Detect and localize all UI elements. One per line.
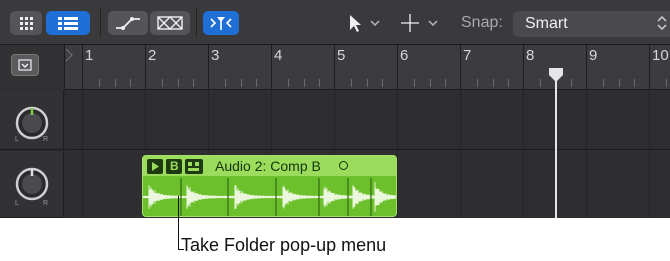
track-lane-1[interactable] <box>65 90 670 150</box>
ruler-beat-tick <box>429 79 431 87</box>
ruler-bar-line <box>208 45 209 89</box>
catch-button[interactable] <box>203 11 239 35</box>
ruler-beat-tick <box>366 79 368 87</box>
global-tracks-area <box>0 45 65 89</box>
take-folder-menu-button[interactable] <box>147 159 163 174</box>
track-header-2[interactable]: L R <box>0 151 64 218</box>
pointer-tool-menu[interactable] <box>345 11 385 35</box>
ruler-bar-line <box>145 45 146 89</box>
disclosure-menu-icon <box>18 59 32 71</box>
quick-swipe-comping-icon <box>188 162 199 171</box>
ruler-bar-number: 8 <box>526 47 535 64</box>
ruler-beat-tick <box>177 79 179 87</box>
ruler-bar-line <box>460 45 461 89</box>
global-tracks-button[interactable] <box>11 54 39 76</box>
ruler-beat-tick <box>634 79 636 87</box>
region-header[interactable]: B Audio 2: Comp B <box>143 156 396 176</box>
playhead-catch-icon <box>210 17 232 30</box>
ruler-beat-tick <box>193 79 195 87</box>
bar-ruler[interactable]: 1 2 3 4 5 6 7 8 9 10 <box>65 45 670 90</box>
main-window: Snap: Smart L R L R 1 2 3 4 5 6 7 8 9 10… <box>0 0 670 218</box>
ruler-bar-number: 6 <box>400 47 409 64</box>
ruler-bar-number: 7 <box>463 47 472 64</box>
list-view-button[interactable] <box>46 11 90 35</box>
ruler-beat-tick <box>256 79 258 87</box>
ruler-beat-tick <box>413 79 415 87</box>
ruler-bar-line <box>271 45 272 89</box>
ruler-bar-line <box>586 45 587 89</box>
ruler-beat-tick <box>618 79 620 87</box>
secondary-tool-menu[interactable] <box>397 11 443 35</box>
ruler-bar-number: 4 <box>274 47 283 64</box>
ruler-beat-tick <box>382 79 384 87</box>
ruler-beat-tick <box>240 79 242 87</box>
region-status-circle-icon <box>339 161 348 170</box>
ruler-beat-tick <box>476 79 478 87</box>
ruler-bar-line <box>397 45 398 89</box>
grid-icon <box>20 17 33 30</box>
audio-waveform <box>143 176 396 216</box>
crosshair-icon <box>401 14 438 32</box>
ruler-bar-number: 10 <box>652 47 669 64</box>
ruler-bar-line <box>523 45 524 89</box>
ruler-beat-tick <box>224 79 226 87</box>
play-triangle-icon <box>152 162 159 171</box>
ruler-beat-tick <box>114 79 116 87</box>
quick-swipe-button[interactable] <box>185 159 203 174</box>
ruler-beat-tick <box>130 79 132 87</box>
ruler-beat-tick <box>508 79 510 87</box>
ruler-beat-tick <box>287 79 289 87</box>
ruler-beat-tick <box>492 79 494 87</box>
toolbar: Snap: Smart <box>0 0 670 45</box>
ruler-start-marker-icon <box>65 48 73 62</box>
list-icon <box>58 17 78 30</box>
audio-region[interactable]: B Audio 2: Comp B <box>142 155 397 217</box>
ruler-bar-line <box>82 45 83 89</box>
ruler-beat-tick <box>350 79 352 87</box>
ruler-bar-line <box>649 45 650 89</box>
snap-label: Snap: <box>461 14 503 31</box>
ruler-beat-tick <box>445 79 447 87</box>
ruler-bar-number: 1 <box>85 47 94 64</box>
automation-button[interactable] <box>108 11 148 35</box>
flex-time-icon <box>157 16 183 30</box>
snap-value: Smart <box>525 15 568 32</box>
up-down-chevron-icon <box>657 15 667 31</box>
ruler-bar-number: 3 <box>211 47 220 64</box>
ruler-beat-tick <box>539 79 541 87</box>
track-header-1[interactable]: L R <box>0 90 64 150</box>
ruler-bar-line <box>334 45 335 89</box>
pan-left-label: L <box>15 200 19 207</box>
ruler-bar-number: 9 <box>589 47 598 64</box>
ruler-beat-tick <box>98 79 100 87</box>
snap-select[interactable]: Smart <box>513 11 670 37</box>
region-title: Audio 2: Comp B <box>215 158 321 174</box>
callout-leader-line <box>178 196 179 250</box>
ruler-beat-tick <box>665 79 667 87</box>
arrow-pointer-icon <box>350 15 380 32</box>
take-letter-badge[interactable]: B <box>166 159 182 174</box>
toolbar-divider <box>196 9 197 37</box>
grid-view-button[interactable] <box>10 11 42 35</box>
take-letter: B <box>170 159 179 173</box>
automation-curve-icon <box>116 17 140 30</box>
ruler-beat-tick <box>161 79 163 87</box>
toolbar-divider <box>100 9 101 37</box>
ruler-beat-tick <box>319 79 321 87</box>
pan-right-label: R <box>43 136 49 143</box>
ruler-bar-number: 5 <box>337 47 346 64</box>
pan-right-label: R <box>43 200 49 207</box>
callout-label: Take Folder pop-up menu <box>181 235 387 255</box>
ruler-bar-number: 2 <box>148 47 157 64</box>
ruler-beat-tick <box>303 79 305 87</box>
flex-button[interactable] <box>150 11 190 35</box>
playhead-line[interactable] <box>555 80 557 218</box>
ruler-beat-tick <box>602 79 604 87</box>
pan-left-label: L <box>15 136 19 143</box>
ruler-beat-tick <box>571 79 573 87</box>
